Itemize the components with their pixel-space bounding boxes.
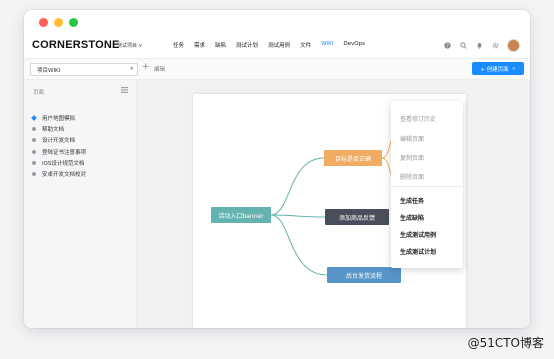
active-bullet-icon (31, 114, 37, 121)
menu-generate-test-case[interactable]: 生成测试用例 (400, 230, 436, 239)
sidebar-item-label: 设计开发文档 (42, 138, 76, 145)
nav-item-wiki[interactable]: WIKI (321, 41, 333, 49)
wiki-select-value: 项目WIKI (37, 68, 61, 74)
menu-view-history[interactable]: 查看修订历史 (400, 114, 436, 123)
context-menu: 查看修订历史 编辑页面 复制页面 删除页面 生成任务 生成缺陷 生成测试用例 生… (391, 101, 463, 268)
wiki-sidebar: 页面 用户地图模拟 帮助文档 设计开发文档 登陆证书注意事项 iOS设计规范文档… (24, 80, 137, 328)
nav-item-files[interactable]: 文件 (300, 41, 311, 49)
add-icon[interactable]: + (142, 62, 150, 72)
menu-generate-defect[interactable]: 生成缺陷 (400, 213, 424, 222)
maximize-window-button[interactable] (69, 18, 78, 27)
menu-generate-task[interactable]: 生成任务 (400, 196, 424, 205)
sidebar-item-help[interactable]: 帮助文档 (32, 123, 86, 134)
chevron-down-icon: ▾ (130, 66, 133, 72)
nav-item-requirements[interactable]: 需求 (194, 41, 205, 49)
bullet-icon (32, 126, 36, 131)
nav-item-test-cases[interactable]: 测试用例 (268, 41, 290, 49)
nav-item-tasks[interactable]: 任务 (173, 41, 184, 49)
edit-button[interactable]: 编辑 (154, 65, 165, 73)
sidebar-item-label: 安卓开发文档校对 (42, 172, 87, 179)
menu-edit-page[interactable]: 编辑页面 (400, 134, 424, 143)
bell-icon[interactable] (475, 42, 483, 50)
sidebar-item-ios-guide[interactable]: iOS设计规范文档 (32, 157, 86, 168)
user-avatar[interactable] (507, 39, 520, 52)
sidebar-item-label: 登陆证书注意事项 (42, 149, 87, 156)
sidebar-item-login-cert[interactable]: 登陆证书注意事项 (32, 146, 86, 157)
wiki-select[interactable]: 项目WIKI ▾ (30, 63, 138, 76)
sidebar-item-label: 用户地图模拟 (42, 115, 76, 122)
nav-item-devops[interactable]: DevOps (343, 41, 365, 49)
page-list: 用户地图模拟 帮助文档 设计开发文档 登陆证书注意事项 iOS设计规范文档 安卓… (31, 112, 86, 180)
menu-copy-page[interactable]: 复制页面 (400, 153, 424, 162)
help-icon[interactable]: ? (443, 42, 451, 50)
mindmap-root-node[interactable]: 活动入口banner (211, 207, 271, 223)
brand-logo[interactable]: CORNERSTONE (32, 39, 120, 51)
create-page-caret: ∨ (511, 65, 516, 72)
sidebar-item-user-map[interactable]: 用户地图模拟 (31, 112, 86, 123)
mindmap-node-add-feedback[interactable]: 添加商品反馈 (325, 209, 389, 225)
menu-divider (391, 186, 463, 187)
bullet-icon (32, 172, 36, 177)
nav-icons: ? (443, 39, 520, 52)
menu-delete-page[interactable]: 删除页面 (400, 172, 424, 181)
sidebar-header: 页面 (33, 90, 45, 96)
svg-text:?: ? (446, 43, 449, 49)
bullet-icon (32, 138, 36, 143)
app-window: CORNERSTONE 测试项目 ∨ 任务 需求 缺陷 测试计划 测试用例 文件… (24, 10, 530, 328)
project-switcher[interactable]: 测试项目 ∨ (117, 42, 142, 49)
create-page-button[interactable]: + 创建页面 ∨ (472, 62, 524, 75)
list-menu-icon[interactable] (121, 87, 128, 95)
nav-item-defects[interactable]: 缺陷 (215, 41, 226, 49)
sidebar-item-label: iOS设计规范文档 (42, 160, 85, 167)
settings-icon[interactable] (491, 42, 499, 50)
bullet-icon (32, 160, 36, 165)
page-toolbar: 项目WIKI ▾ + 编辑 + 创建页面 ∨ (24, 59, 530, 80)
top-navigation: CORNERSTONE 测试项目 ∨ 任务 需求 缺陷 测试计划 测试用例 文件… (24, 34, 530, 59)
minimize-window-button[interactable] (54, 18, 63, 27)
watermark: @51CTO博客 (467, 336, 544, 350)
close-window-button[interactable] (39, 18, 48, 27)
sidebar-item-android-docs[interactable]: 安卓开发文档校对 (32, 168, 86, 179)
nav-item-test-plan[interactable]: 测试计划 (236, 41, 258, 49)
sidebar-item-design-docs[interactable]: 设计开发文档 (32, 135, 86, 146)
sidebar-item-label: 帮助文档 (42, 126, 65, 133)
title-bar (24, 10, 530, 34)
nav-menu: 任务 需求 缺陷 测试计划 测试用例 文件 WIKI DevOps (173, 41, 365, 49)
search-icon[interactable] (459, 42, 467, 50)
bullet-icon (32, 149, 36, 154)
mindmap-node-goal[interactable]: 目标是否正确 (324, 150, 382, 166)
main-content: ••• 活动入口banner 目标是否正确 添加商品反馈 后台发货流程 (137, 80, 530, 328)
menu-generate-test-plan[interactable]: 生成测试计划 (400, 247, 436, 256)
mindmap-node-shipping[interactable]: 后台发货流程 (327, 267, 401, 283)
create-page-label: + 创建页面 (480, 66, 509, 73)
